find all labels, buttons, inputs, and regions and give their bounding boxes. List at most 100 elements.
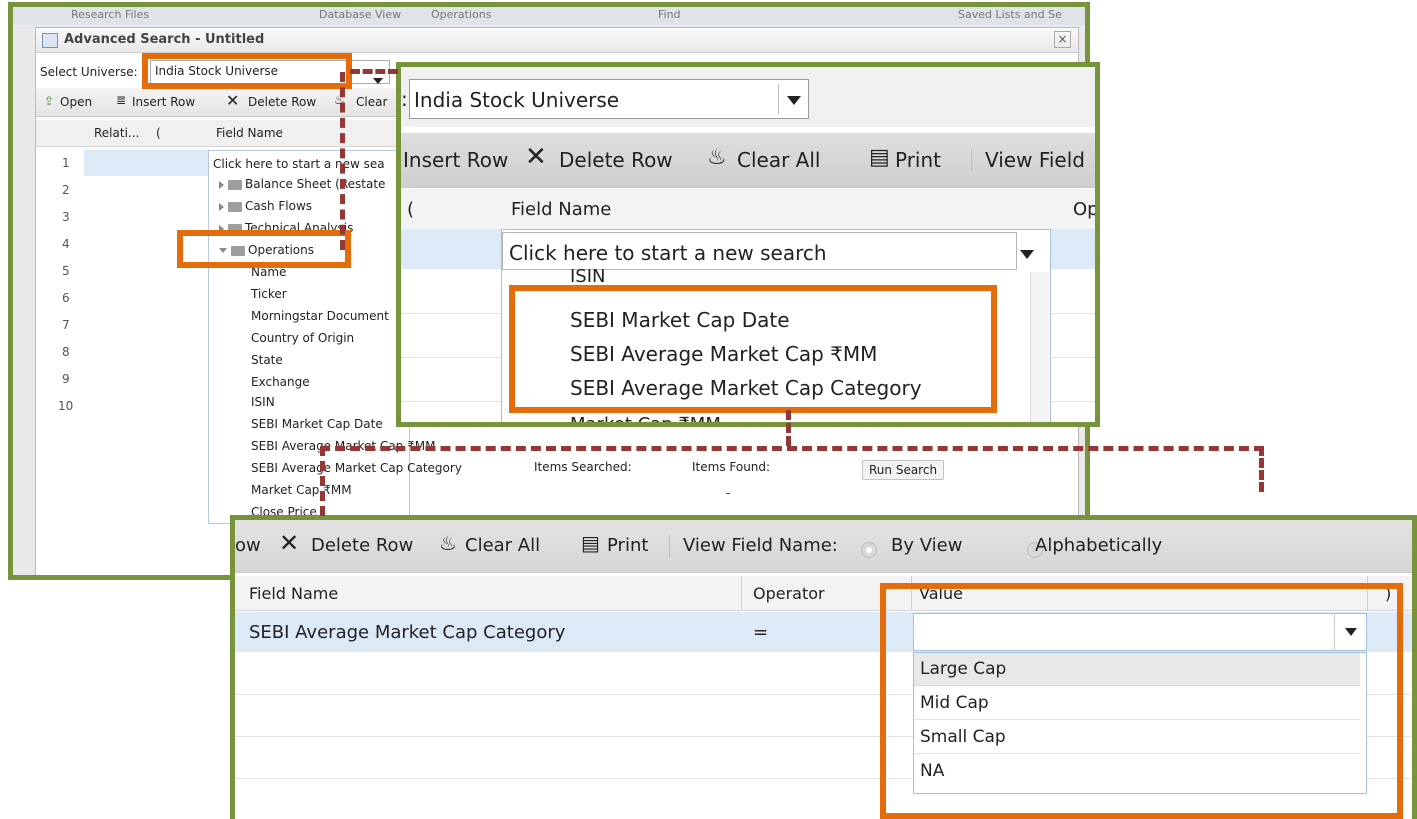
open-icon[interactable]: ⇪ bbox=[44, 94, 54, 108]
zoom2-value-select[interactable] bbox=[913, 613, 1367, 651]
field-name-input[interactable]: Click here to start a new sea bbox=[213, 157, 385, 171]
zoom1-column-paren[interactable]: ( bbox=[407, 199, 414, 220]
tree-item-exchange[interactable]: Exchange bbox=[251, 375, 310, 389]
tab-operations[interactable]: Operations bbox=[431, 8, 491, 21]
items-found-label: Items Found: bbox=[692, 460, 771, 474]
tree-folder-label: Technical Analysis bbox=[245, 221, 354, 235]
zoom2-value-chevron-down-icon[interactable] bbox=[1334, 614, 1367, 650]
zoom2-option-small-cap[interactable]: Small Cap bbox=[914, 721, 1360, 754]
tree-item-country-of-origin[interactable]: Country of Origin bbox=[251, 331, 354, 345]
zoom2-insert-row-fragment[interactable]: ow bbox=[235, 535, 261, 556]
row-number: 6 bbox=[62, 291, 70, 305]
zoom2-option-large-cap[interactable]: Large Cap bbox=[914, 653, 1360, 686]
tree-item-name[interactable]: Name bbox=[251, 265, 286, 279]
zoom2-value-options-list: Large Cap Mid Cap Small Cap NA bbox=[913, 652, 1367, 794]
tree-item-state[interactable]: State bbox=[251, 353, 283, 367]
zoom2-column-close-paren[interactable]: ) bbox=[1385, 584, 1391, 603]
zoom1-delete-row-icon[interactable]: ✕ bbox=[525, 142, 547, 172]
tree-item-morningstar-document[interactable]: Morningstar Document bbox=[251, 309, 389, 323]
insert-row-icon[interactable]: ≣ bbox=[116, 93, 126, 107]
zoom2-clear-all-button[interactable]: Clear All bbox=[465, 535, 540, 556]
zoom1-column-field-name[interactable]: Field Name bbox=[511, 199, 611, 220]
zoom2-column-divider bbox=[911, 576, 912, 610]
zoom1-list-item-isin[interactable]: ISIN bbox=[570, 266, 606, 287]
tree-item-ticker[interactable]: Ticker bbox=[251, 287, 287, 301]
zoom2-broom-icon[interactable]: ♨ bbox=[439, 531, 457, 555]
zoom2-print-button[interactable]: Print bbox=[607, 535, 648, 556]
field-name-dropdown[interactable]: Click here to start a new sea Balance Sh… bbox=[208, 150, 462, 524]
zoom1-field-chevron-down-icon[interactable] bbox=[1020, 244, 1034, 263]
zoom1-universe-bar: : India Stock Universe bbox=[401, 67, 1095, 127]
zoom1-list-item-sebi-average-market-cap[interactable]: SEBI Average Market Cap ₹MM bbox=[570, 342, 877, 366]
zoom-panel-value-options: ow ✕ Delete Row ♨ Clear All ▤ Print View… bbox=[230, 515, 1417, 819]
connector-universe-to-zoom1 bbox=[350, 69, 398, 74]
tree-folder-operations[interactable]: Operations bbox=[219, 243, 314, 257]
tab-research-files[interactable]: Research Files bbox=[71, 8, 149, 21]
zoom1-list-item-market-cap[interactable]: Market Cap ₹MM bbox=[570, 414, 721, 422]
zoom2-option-mid-cap[interactable]: Mid Cap bbox=[914, 687, 1360, 720]
row-number-column: 1 2 3 4 5 6 7 8 9 10 bbox=[36, 150, 84, 450]
selected-row[interactable] bbox=[84, 150, 214, 176]
zoom2-by-view-label[interactable]: By View bbox=[891, 535, 962, 556]
insert-row-button[interactable]: Insert Row bbox=[132, 95, 195, 109]
zoom2-column-field-name[interactable]: Field Name bbox=[249, 584, 338, 603]
column-header-relation[interactable]: Relati... bbox=[94, 126, 139, 140]
column-header-paren[interactable]: ( bbox=[156, 126, 161, 140]
tree-folder-label: Cash Flows bbox=[245, 199, 313, 213]
zoom1-insert-row-button[interactable]: Insert Row bbox=[403, 148, 508, 172]
zoom1-universe-select[interactable]: India Stock Universe bbox=[409, 79, 809, 119]
tab-find[interactable]: Find bbox=[658, 8, 681, 21]
zoom1-list-scrollbar[interactable] bbox=[1030, 272, 1049, 422]
zoom2-row-field[interactable]: SEBI Average Market Cap Category bbox=[249, 622, 565, 643]
zoom1-field-dropdown[interactable]: Click here to start a new search ISIN SE… bbox=[501, 229, 1051, 422]
clear-button[interactable]: Clear bbox=[356, 95, 387, 109]
tab-saved-lists[interactable]: Saved Lists and Se bbox=[958, 8, 1062, 21]
zoom1-chevron-down-icon[interactable] bbox=[778, 84, 809, 114]
zoom2-by-view-radio[interactable] bbox=[861, 542, 877, 558]
zoom1-broom-icon[interactable]: ♨ bbox=[707, 145, 727, 170]
zoom2-alphabetically-label[interactable]: Alphabetically bbox=[1035, 535, 1162, 556]
tab-database-view[interactable]: Database View bbox=[319, 8, 401, 21]
close-icon[interactable]: × bbox=[1054, 31, 1071, 48]
zoom1-print-icon[interactable]: ▤ bbox=[869, 145, 890, 170]
tree-folder-cash-flows[interactable]: Cash Flows bbox=[219, 199, 312, 213]
tree-folder-balance-sheet[interactable]: Balance Sheet (Restate bbox=[219, 177, 385, 191]
search-document-icon bbox=[42, 33, 58, 48]
connector-to-zoom2-right bbox=[1259, 446, 1264, 492]
tree-item-sebi-average-market-cap-category[interactable]: SEBI Average Market Cap Category bbox=[251, 461, 462, 475]
column-header-field-name[interactable]: Field Name bbox=[216, 126, 283, 140]
zoom2-row-operator[interactable]: = bbox=[753, 622, 768, 643]
delete-row-button[interactable]: Delete Row bbox=[248, 95, 316, 109]
delete-row-icon[interactable]: ✕ bbox=[226, 91, 239, 110]
row-number: 1 bbox=[62, 156, 70, 170]
zoom2-print-icon[interactable]: ▤ bbox=[581, 531, 600, 555]
zoom2-column-value[interactable]: Value bbox=[919, 584, 963, 603]
zoom1-universe-value: India Stock Universe bbox=[414, 88, 620, 112]
tree-item-market-cap[interactable]: Market Cap ₹MM bbox=[251, 483, 352, 497]
zoom1-column-operator[interactable]: Op bbox=[1073, 199, 1095, 220]
zoom2-delete-row-button[interactable]: Delete Row bbox=[311, 535, 413, 556]
tree-folder-technical-analysis[interactable]: Technical Analysis bbox=[219, 221, 353, 235]
zoom1-field-input[interactable]: Click here to start a new search bbox=[502, 232, 1017, 270]
tree-item-isin[interactable]: ISIN bbox=[251, 395, 275, 409]
zoom1-list-item-sebi-market-cap-date[interactable]: SEBI Market Cap Date bbox=[570, 308, 790, 332]
zoom1-delete-row-button[interactable]: Delete Row bbox=[559, 148, 673, 172]
zoom2-column-divider bbox=[741, 576, 742, 610]
tree-item-sebi-market-cap-date[interactable]: SEBI Market Cap Date bbox=[251, 417, 383, 431]
universe-select-value: India Stock Universe bbox=[155, 64, 279, 78]
open-button[interactable]: Open bbox=[60, 95, 92, 109]
row-number: 8 bbox=[62, 345, 70, 359]
zoom2-option-na[interactable]: NA bbox=[914, 755, 1360, 787]
zoom1-grid-header: ( Field Name Op bbox=[401, 189, 1095, 230]
zoom1-print-button[interactable]: Print bbox=[895, 148, 941, 172]
connector-sebi-down bbox=[786, 410, 791, 446]
run-search-button[interactable]: Run Search bbox=[862, 460, 945, 480]
zoom2-delete-row-icon[interactable]: ✕ bbox=[279, 529, 299, 557]
row-number: 9 bbox=[62, 372, 70, 386]
row-number: 5 bbox=[62, 264, 70, 278]
dialog-titlebar: Advanced Search - Untitled × bbox=[36, 28, 1078, 53]
row-number: 2 bbox=[62, 183, 70, 197]
zoom1-clear-all-button[interactable]: Clear All bbox=[737, 148, 820, 172]
zoom2-column-operator[interactable]: Operator bbox=[753, 584, 825, 603]
zoom1-list-item-sebi-average-market-cap-category[interactable]: SEBI Average Market Cap Category bbox=[570, 376, 922, 400]
